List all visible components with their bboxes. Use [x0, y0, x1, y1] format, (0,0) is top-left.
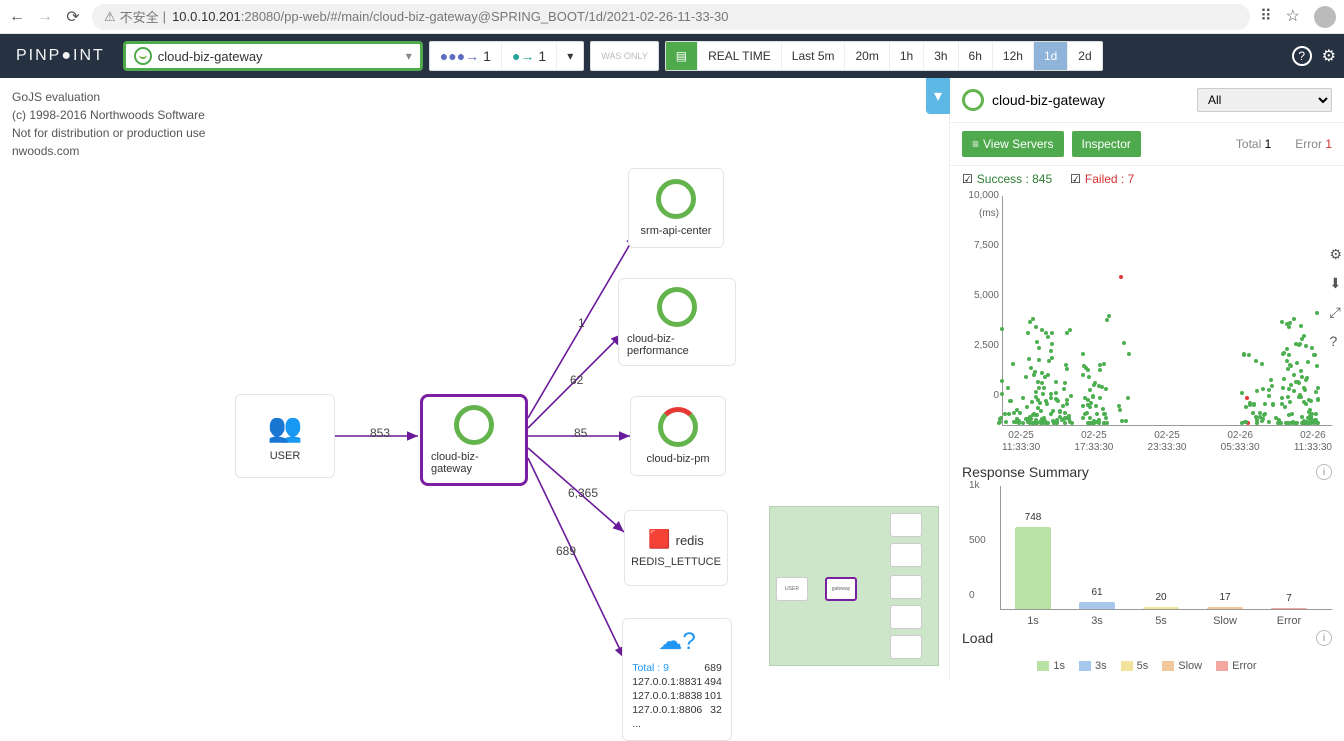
- edge-label: 6,365: [568, 486, 598, 500]
- translate-icon[interactable]: ⠿: [1260, 6, 1272, 28]
- service-map[interactable]: GoJS evaluation(c) 1998-2016 Northwoods …: [0, 78, 949, 680]
- app-toolbar: PINP●INT cloud-biz-gateway ▾ ●●●→1 ●→1 ▾…: [0, 34, 1344, 78]
- edge-label: 689: [556, 544, 576, 558]
- spring-icon: [134, 47, 152, 65]
- range-1d[interactable]: 1d: [1034, 42, 1068, 70]
- edge-label: 1: [578, 316, 585, 330]
- back-icon[interactable]: ←: [8, 8, 26, 26]
- scatter-chart[interactable]: 02,5005,0007,50010,000(ms): [1002, 196, 1332, 426]
- range-2d[interactable]: 2d: [1068, 42, 1101, 70]
- flow-out[interactable]: ●→1: [502, 42, 557, 70]
- edge-label: 853: [370, 426, 390, 440]
- pinpoint-logo: PINP●INT: [16, 47, 105, 65]
- help-icon[interactable]: ?: [1292, 46, 1312, 66]
- node-srm[interactable]: srm-api-center: [628, 168, 724, 248]
- node-user[interactable]: 👥USER: [235, 394, 335, 478]
- flow-dropdown[interactable]: ▾: [557, 42, 583, 70]
- view-servers-button[interactable]: ≡ View Servers: [962, 131, 1064, 157]
- realtime-button[interactable]: REAL TIME: [698, 42, 782, 70]
- response-summary-title: Response Summary: [962, 464, 1089, 480]
- minimap[interactable]: USER gateway: [769, 506, 939, 666]
- info-icon[interactable]: i: [1316, 630, 1332, 646]
- star-icon[interactable]: ☆: [1286, 6, 1300, 28]
- app-selector[interactable]: cloud-biz-gateway ▾: [123, 41, 423, 71]
- flow-controls: ●●●→1 ●→1 ▾: [429, 41, 584, 71]
- range-20m[interactable]: 20m: [845, 42, 889, 70]
- browser-right-icons: ⠿ ☆: [1260, 6, 1336, 28]
- edge-label: 62: [570, 373, 583, 387]
- range-1h[interactable]: 1h: [890, 42, 924, 70]
- load-title: Load: [962, 630, 993, 646]
- range-12h[interactable]: 12h: [993, 42, 1034, 70]
- side-panel: ▾ cloud-biz-gateway All ≡ View Servers I…: [949, 78, 1344, 680]
- edge-label: 85: [574, 426, 587, 440]
- forward-icon[interactable]: →: [36, 8, 54, 26]
- range-3h[interactable]: 3h: [924, 42, 958, 70]
- load-legend: 1s3s5sSlowError: [950, 652, 1344, 680]
- response-bar-chart: 05001k7481s613s205s17Slow7Error: [1000, 486, 1332, 610]
- app-selector-label: cloud-biz-gateway: [158, 49, 263, 64]
- side-title: cloud-biz-gateway: [992, 92, 1105, 108]
- insecure-icon: ⚠ 不安全 |: [104, 7, 166, 26]
- url-host: 10.0.10.201: [172, 9, 241, 24]
- profile-icon[interactable]: [1314, 6, 1336, 28]
- reload-icon[interactable]: ⟳: [64, 8, 82, 26]
- server-filter-select[interactable]: All: [1197, 88, 1332, 112]
- spring-icon: [962, 89, 984, 111]
- time-range-bar: ▤ REAL TIME Last 5m20m1h3h6h12h1d2d: [665, 41, 1103, 71]
- url-path: :28080/pp-web/#/main/cloud-biz-gateway@S…: [241, 9, 729, 24]
- was-only[interactable]: WAS ONLY: [590, 41, 659, 71]
- inspector-button[interactable]: Inspector: [1072, 131, 1141, 157]
- node-pm[interactable]: cloud-biz-pm: [630, 396, 726, 476]
- gear-icon[interactable]: ⚙: [1322, 46, 1336, 66]
- side-toggle[interactable]: ▾: [926, 78, 950, 114]
- node-gw[interactable]: cloud-biz-gateway: [420, 394, 528, 486]
- flow-in[interactable]: ●●●→1: [430, 42, 502, 70]
- failed-checkbox[interactable]: ☑ Failed : 7: [1070, 172, 1134, 186]
- browser-chrome: ← → ⟳ ⚠ 不安全 | 10.0.10.201 :28080/pp-web/…: [0, 0, 1344, 34]
- range-6h[interactable]: 6h: [959, 42, 993, 70]
- address-bar[interactable]: ⚠ 不安全 | 10.0.10.201 :28080/pp-web/#/main…: [92, 4, 1250, 30]
- success-checkbox[interactable]: ☑ Success : 845: [962, 172, 1052, 186]
- chevron-down-icon: ▾: [406, 49, 412, 63]
- info-icon[interactable]: i: [1316, 464, 1332, 480]
- node-perf[interactable]: cloud-biz-performance: [618, 278, 736, 366]
- node-redis[interactable]: 🟥 redisREDIS_LETTUCE: [624, 510, 728, 586]
- calendar-icon[interactable]: ▤: [666, 42, 698, 70]
- range-Last 5m[interactable]: Last 5m: [782, 42, 846, 70]
